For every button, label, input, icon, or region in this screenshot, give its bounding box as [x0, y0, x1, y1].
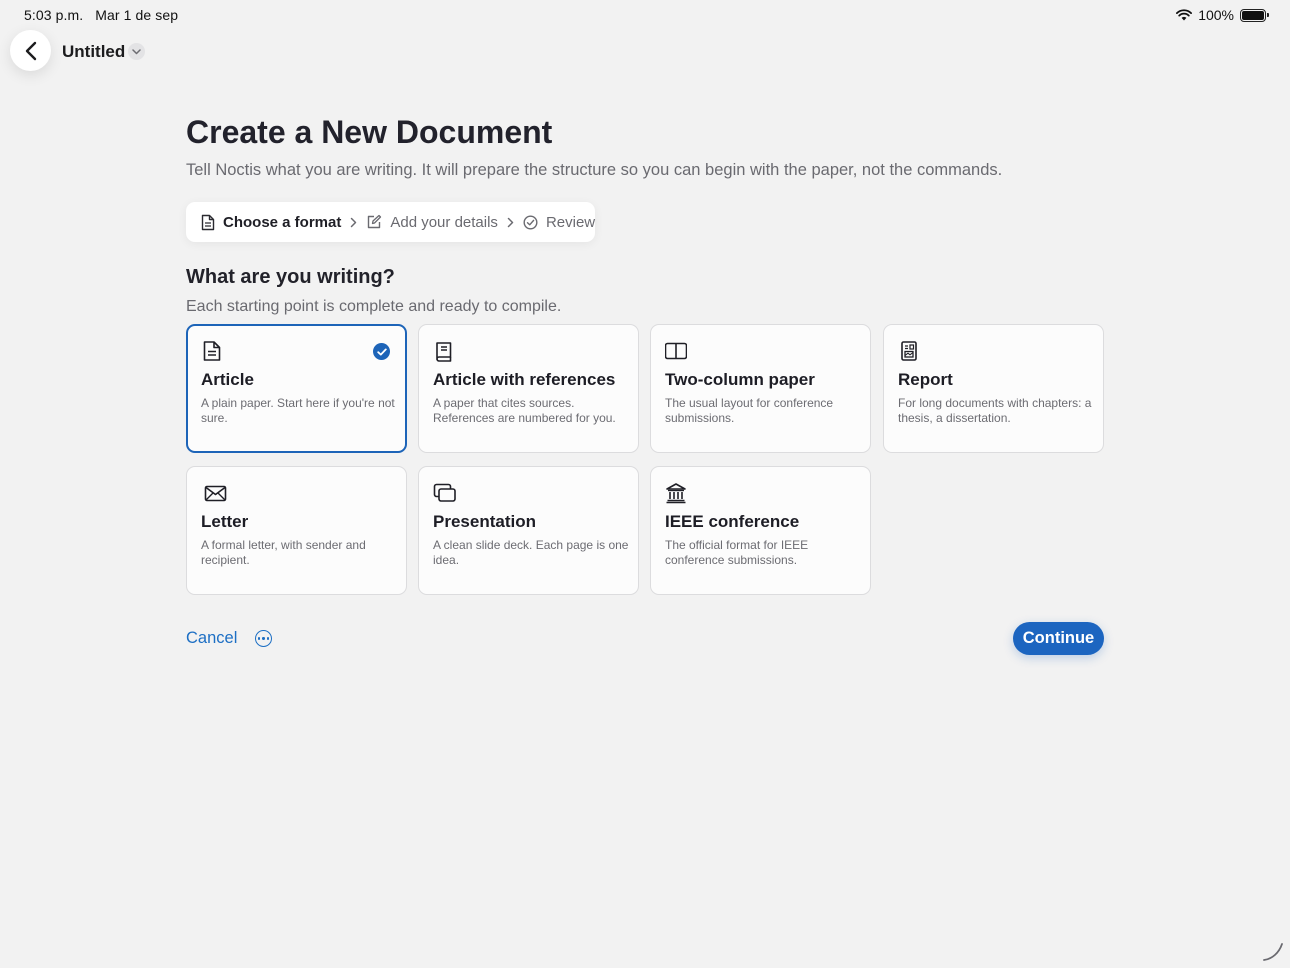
battery-icon — [1240, 8, 1269, 22]
chevron-left-icon — [25, 41, 36, 60]
step-add-details[interactable]: Add your details — [366, 214, 498, 231]
card-title: Presentation — [433, 512, 536, 531]
section-heading: What are you writing? — [186, 266, 395, 288]
step-review[interactable]: Review — [523, 214, 595, 231]
format-card-report[interactable]: Report For long documents with chapters:… — [883, 324, 1104, 453]
chevron-down-icon — [132, 48, 141, 54]
progress-stepper: Choose a format Add your details Review — [186, 202, 595, 242]
card-title: IEEE conference — [665, 512, 800, 531]
document-title[interactable]: Untitled — [62, 42, 125, 62]
time-text: 5:03 p.m. — [24, 7, 84, 23]
check-circle-icon — [523, 214, 538, 230]
section-subheading: Each starting point is complete and read… — [186, 298, 562, 315]
slides-icon — [433, 483, 456, 502]
battery-percent: 100% — [1198, 7, 1234, 23]
back-button[interactable] — [10, 30, 51, 71]
card-title: Article with references — [433, 370, 616, 389]
status-time: 5:03 p.m. Mar 1 de sep — [24, 7, 178, 23]
continue-button[interactable]: Continue — [1013, 622, 1104, 655]
battery-level — [1242, 10, 1264, 20]
report-icon — [901, 341, 917, 361]
envelope-icon — [204, 485, 227, 502]
wifi-icon — [1176, 9, 1193, 21]
more-options-icon[interactable] — [255, 630, 272, 647]
card-title: Two-column paper — [665, 370, 815, 389]
format-card-ieee-conference[interactable]: IEEE conference The official format for … — [650, 466, 871, 595]
institution-icon — [666, 483, 686, 504]
card-description: The usual layout for conference submissi… — [665, 396, 834, 425]
card-description: For long documents with chapters: a thes… — [898, 396, 1092, 425]
card-title: Letter — [201, 512, 249, 531]
card-description: A paper that cites sources. References a… — [433, 396, 616, 425]
step-label: Review — [545, 213, 596, 231]
step-label: Add your details — [390, 213, 498, 231]
chevron-right-icon — [507, 217, 514, 228]
book-icon — [436, 342, 452, 362]
columns-icon — [665, 342, 687, 360]
page-subtitle: Tell Noctis what you are writing. It wil… — [186, 161, 1003, 179]
cancel-button[interactable]: Cancel — [186, 629, 237, 648]
format-card-presentation[interactable]: Presentation A clean slide deck. Each pa… — [418, 466, 639, 595]
card-description: A clean slide deck. Each page is one ide… — [433, 538, 629, 567]
card-title: Article — [201, 370, 254, 389]
checkmark-icon — [373, 343, 390, 360]
step-choose-format[interactable]: Choose a format — [201, 214, 341, 231]
edit-icon — [368, 214, 382, 229]
chevron-right-icon — [350, 217, 357, 228]
card-title: Report — [898, 370, 953, 389]
format-card-two-column-paper[interactable]: Two-column paper The usual layout for co… — [650, 324, 871, 453]
step-label: Choose a format — [223, 213, 342, 231]
date-text: Mar 1 de sep — [95, 7, 179, 23]
format-card-article-with-references[interactable]: Article with references A paper that cit… — [418, 324, 639, 453]
resize-handle-icon[interactable] — [1262, 940, 1284, 962]
card-description: A plain paper. Start here if you're not … — [201, 396, 395, 425]
title-menu-button[interactable] — [128, 43, 145, 60]
status-indicators: 100% — [1176, 7, 1269, 23]
format-card-letter[interactable]: Letter A formal letter, with sender and … — [186, 466, 407, 595]
format-card-article[interactable]: Article A plain paper. Start here if you… — [186, 324, 407, 453]
card-description: A formal letter, with sender and recipie… — [201, 538, 366, 567]
status-bar: 5:03 p.m. Mar 1 de sep 100% — [0, 0, 1290, 30]
document-icon — [203, 341, 221, 361]
document-icon — [201, 214, 215, 230]
card-description: The official format for IEEE conference … — [665, 538, 809, 567]
page-title: Create a New Document — [186, 114, 553, 150]
